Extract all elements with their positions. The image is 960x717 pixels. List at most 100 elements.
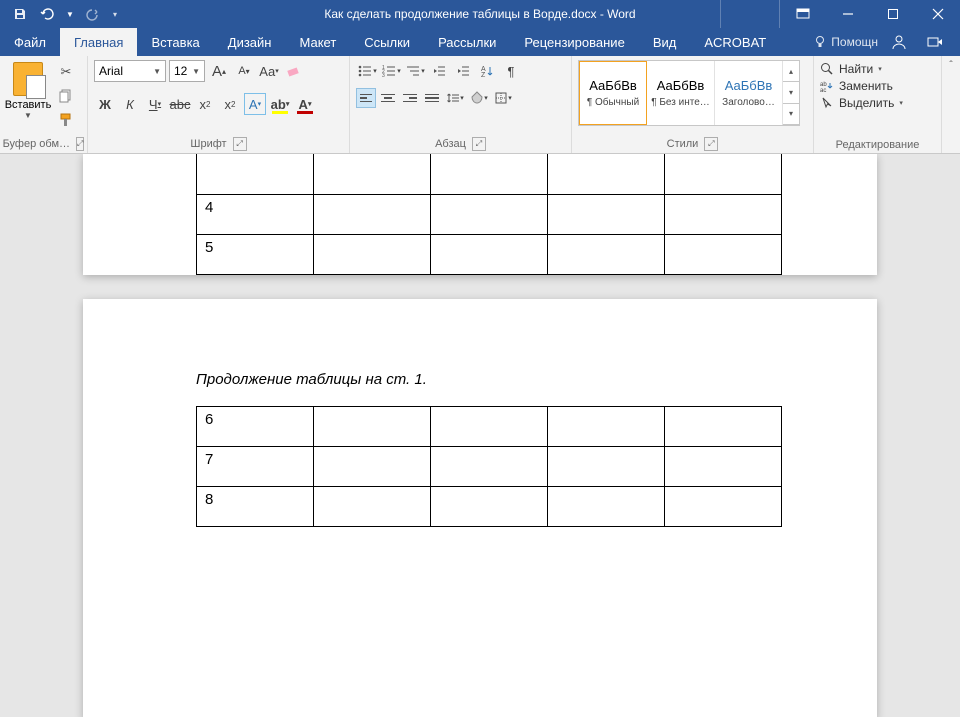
- tab-file[interactable]: Файл: [0, 28, 60, 56]
- tell-me[interactable]: Помощн: [813, 35, 878, 49]
- shading-icon[interactable]: ▾: [468, 87, 490, 109]
- table-1[interactable]: 4 5: [196, 154, 782, 275]
- align-center-button[interactable]: [378, 88, 398, 108]
- replace-label: Заменить: [839, 79, 893, 93]
- table-caption[interactable]: Продолжение таблицы на ст. 1.: [196, 371, 877, 388]
- multilevel-list-icon[interactable]: ▾: [404, 60, 426, 82]
- grow-font-icon[interactable]: A▴: [208, 60, 230, 82]
- svg-text:1: 1: [382, 65, 385, 71]
- borders-icon[interactable]: ▾: [492, 87, 514, 109]
- account-area[interactable]: [720, 0, 780, 28]
- style-preview: АаБбВв: [657, 78, 705, 93]
- undo-dropdown-icon[interactable]: ▼: [64, 2, 76, 26]
- tab-insert[interactable]: Вставка: [137, 28, 213, 56]
- replace-button[interactable]: abac Заменить: [820, 79, 903, 93]
- strike-button[interactable]: abc: [169, 93, 191, 115]
- align-left-button[interactable]: [356, 88, 376, 108]
- tab-layout[interactable]: Макет: [285, 28, 350, 56]
- close-icon[interactable]: [915, 0, 960, 28]
- tab-view[interactable]: Вид: [639, 28, 691, 56]
- decrease-indent-icon[interactable]: [428, 60, 450, 82]
- style-no-spacing[interactable]: АаБбВв ¶ Без инте…: [647, 61, 715, 125]
- table-row[interactable]: 5: [197, 234, 782, 274]
- select-button[interactable]: Выделить▾: [820, 96, 903, 110]
- styles-dialog-launcher[interactable]: ⤢: [704, 137, 718, 151]
- copy-icon[interactable]: [56, 86, 76, 106]
- paragraph-dialog-launcher[interactable]: ⤢: [472, 137, 486, 151]
- group-styles: АаБбВв ¶ Обычный АаБбВв ¶ Без инте… АаБб…: [572, 56, 814, 153]
- find-button[interactable]: Найти▾: [820, 62, 903, 76]
- window-title: Как сделать продолжение таблицы в Ворде.…: [324, 7, 635, 21]
- lightbulb-icon: [813, 35, 827, 49]
- align-justify-button[interactable]: [422, 88, 442, 108]
- increase-indent-icon[interactable]: [452, 60, 474, 82]
- styles-gallery[interactable]: АаБбВв ¶ Обычный АаБбВв ¶ Без инте… АаБб…: [578, 60, 800, 126]
- italic-button[interactable]: К: [119, 93, 141, 115]
- font-name-combo[interactable]: Arial▼: [94, 60, 166, 82]
- tab-home[interactable]: Главная: [60, 28, 137, 56]
- subscript-button[interactable]: x2: [194, 93, 216, 115]
- clipboard-dialog-launcher[interactable]: ⤢: [76, 137, 84, 151]
- tab-review[interactable]: Рецензирование: [510, 28, 638, 56]
- save-icon[interactable]: [8, 2, 32, 26]
- group-editing-label: Редактирование: [836, 139, 920, 151]
- svg-text:ab: ab: [820, 82, 827, 88]
- maximize-icon[interactable]: [870, 0, 915, 28]
- style-preview: АаБбВв: [589, 78, 637, 93]
- highlight-color-icon[interactable]: ab▾: [269, 93, 291, 115]
- table-row[interactable]: 6: [197, 406, 782, 446]
- format-painter-icon[interactable]: [56, 110, 76, 130]
- cut-icon[interactable]: ✂: [56, 62, 76, 82]
- clear-format-icon[interactable]: [283, 60, 305, 82]
- document-area[interactable]: 4 5 Продолжение таблицы на ст. 1. 6 7 8: [0, 154, 960, 717]
- bullets-icon[interactable]: ▾: [356, 60, 378, 82]
- tab-references[interactable]: Ссылки: [350, 28, 424, 56]
- table-row[interactable]: 8: [197, 486, 782, 526]
- group-clipboard-label: Буфер обм…: [3, 138, 70, 150]
- collapse-ribbon-icon[interactable]: ˆ: [942, 56, 960, 153]
- undo-icon[interactable]: [36, 2, 60, 26]
- clipboard-icon: [13, 62, 43, 96]
- svg-text:ac: ac: [820, 88, 826, 93]
- font-size-value: 12: [174, 64, 187, 78]
- tab-mailings[interactable]: Рассылки: [424, 28, 510, 56]
- font-color-icon[interactable]: A▾: [294, 93, 316, 115]
- numbering-icon[interactable]: 123▾: [380, 60, 402, 82]
- change-case-icon[interactable]: Aa▾: [258, 60, 280, 82]
- group-paragraph: ▾ 123▾ ▾ AZ ¶ ▾ ▾ ▾ Абзац⤢: [350, 56, 572, 153]
- table-row[interactable]: 7: [197, 446, 782, 486]
- minimize-icon[interactable]: [825, 0, 870, 28]
- share-icon[interactable]: [920, 28, 950, 56]
- tab-design[interactable]: Дизайн: [214, 28, 286, 56]
- tell-me-label: Помощн: [831, 35, 878, 49]
- styles-gallery-more[interactable]: ▴▾▾: [783, 61, 799, 125]
- table-row[interactable]: 4: [197, 194, 782, 234]
- group-editing: Найти▾ abac Заменить Выделить▾ Редактиро…: [814, 56, 942, 153]
- ribbon-display-options-icon[interactable]: [780, 0, 825, 28]
- style-heading1[interactable]: АаБбВв Заголово…: [715, 61, 783, 125]
- redo-icon[interactable]: [80, 2, 104, 26]
- paste-button[interactable]: Вставить ▼: [6, 60, 50, 120]
- font-name-value: Arial: [99, 64, 123, 78]
- page-1: 4 5: [83, 154, 877, 275]
- font-dialog-launcher[interactable]: ⤢: [233, 137, 247, 151]
- sort-icon[interactable]: AZ: [476, 60, 498, 82]
- text-effects-icon[interactable]: A▾: [244, 93, 266, 115]
- shrink-font-icon[interactable]: A▾: [233, 60, 255, 82]
- underline-button[interactable]: Ч▾: [144, 93, 166, 115]
- superscript-button[interactable]: x2: [219, 93, 241, 115]
- account-icon[interactable]: [884, 28, 914, 56]
- qat-customize-icon[interactable]: ▾: [108, 2, 122, 26]
- cursor-icon: [820, 96, 834, 110]
- group-styles-label: Стили: [667, 138, 699, 150]
- group-font-label: Шрифт: [190, 138, 226, 150]
- bold-button[interactable]: Ж: [94, 93, 116, 115]
- tab-acrobat[interactable]: ACROBAT: [690, 28, 780, 56]
- table-row[interactable]: [197, 154, 782, 194]
- align-right-button[interactable]: [400, 88, 420, 108]
- show-marks-icon[interactable]: ¶: [500, 60, 522, 82]
- style-normal[interactable]: АаБбВв ¶ Обычный: [579, 61, 647, 125]
- table-2[interactable]: 6 7 8: [196, 406, 782, 527]
- line-spacing-icon[interactable]: ▾: [444, 87, 466, 109]
- font-size-combo[interactable]: 12▼: [169, 60, 205, 82]
